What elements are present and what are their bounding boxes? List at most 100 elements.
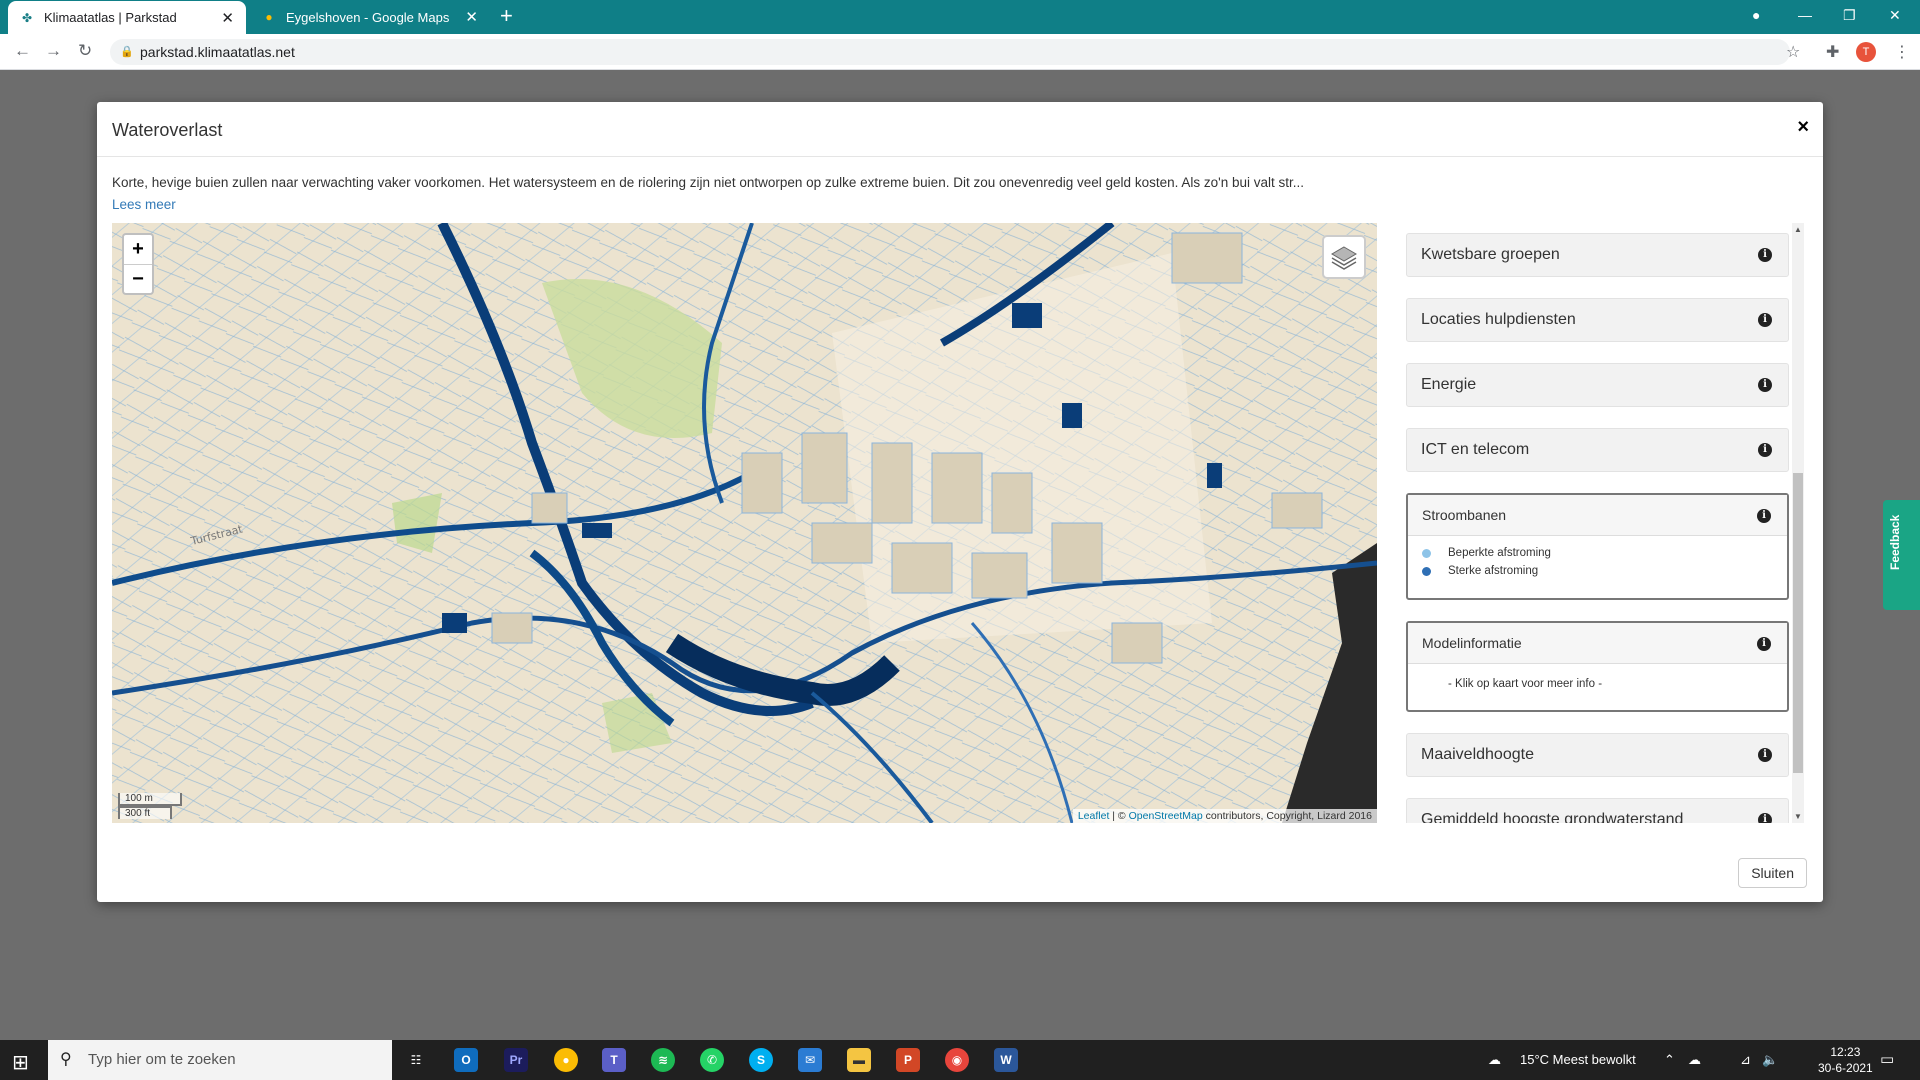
info-icon[interactable]: i — [1758, 313, 1772, 327]
file-explorer-icon[interactable]: ▬ — [847, 1048, 871, 1072]
taskbar-clock[interactable]: 12:23 30-6-2021 — [1818, 1044, 1873, 1076]
tray-chevron-icon[interactable]: ⌃ — [1664, 1040, 1675, 1080]
layer-name: Locaties hulpdiensten — [1421, 311, 1576, 328]
task-view-icon[interactable]: ☷ — [404, 1048, 428, 1072]
tab-google-maps[interactable]: ● Eygelshoven - Google Maps ✕ — [250, 0, 490, 34]
scroll-up-icon[interactable]: ▲ — [1794, 225, 1802, 234]
mail-icon[interactable]: ✉ — [798, 1048, 822, 1072]
leaflet-link[interactable]: Leaflet — [1078, 810, 1110, 822]
read-more-link[interactable]: Lees meer — [112, 197, 176, 212]
layer-kwetsbare-groepen[interactable]: Kwetsbare groepen i — [1406, 233, 1789, 277]
info-icon[interactable]: i — [1758, 748, 1772, 762]
google-maps-favicon-icon: ● — [265, 10, 273, 24]
scroll-down-icon[interactable]: ▼ — [1794, 812, 1802, 821]
bookmark-star-icon[interactable]: ☆ — [1786, 42, 1800, 62]
skype-icon[interactable]: S — [749, 1048, 773, 1072]
layer-list-scrollbar[interactable]: ▲ ▼ — [1792, 223, 1804, 823]
zoom-in-button[interactable]: + — [124, 235, 152, 264]
layer-name: Maaiveldhoogte — [1421, 746, 1534, 763]
url-input[interactable]: 🔒 parkstad.klimaatatlas.net — [110, 39, 1790, 65]
legend-dot-light — [1422, 549, 1431, 558]
flood-map[interactable]: Turfstraat + − 100 m 300 ft Leaflet | © … — [112, 223, 1377, 823]
menu-kebab-icon[interactable]: ⋮ — [1894, 42, 1910, 62]
info-icon[interactable]: i — [1758, 813, 1772, 823]
close-tab-icon[interactable]: ✕ — [221, 9, 234, 27]
spotify-icon[interactable]: ≋ — [651, 1048, 675, 1072]
layer-name: Energie — [1421, 376, 1477, 393]
onedrive-icon[interactable]: ☁ — [1688, 1040, 1701, 1080]
new-tab-button[interactable]: + — [500, 4, 513, 28]
taskbar-search-input[interactable]: ⚲ Typ hier om te zoeken — [48, 1040, 392, 1080]
whatsapp-icon[interactable]: ✆ — [700, 1048, 724, 1072]
profile-circle-icon[interactable]: ● — [1752, 0, 1760, 34]
info-icon[interactable]: i — [1757, 509, 1771, 523]
restore-button[interactable]: ❐ — [1843, 0, 1856, 34]
map-scale: 100 m 300 ft — [118, 793, 182, 819]
avatar[interactable]: T — [1856, 42, 1876, 62]
notifications-icon[interactable]: ▭ — [1880, 1040, 1894, 1080]
layer-maaiveldhoogte[interactable]: Maaiveldhoogte i — [1406, 733, 1789, 777]
info-icon[interactable]: i — [1758, 248, 1772, 262]
klimaatatlas-favicon-icon: ✤ — [21, 10, 33, 25]
modal-header: Wateroverlast × — [97, 102, 1823, 157]
layer-grondwaterstand[interactable]: Gemiddeld hoogste grondwaterstand i — [1406, 798, 1789, 823]
info-icon[interactable]: i — [1758, 378, 1772, 392]
layers-button[interactable] — [1322, 235, 1366, 279]
forward-icon[interactable]: → — [45, 41, 62, 61]
chrome-icon[interactable]: ◉ — [945, 1048, 969, 1072]
close-tab-icon[interactable]: ✕ — [465, 8, 478, 26]
network-icon[interactable]: ⊿ — [1740, 1040, 1751, 1080]
layer-energie[interactable]: Energie i — [1406, 363, 1789, 407]
layer-ict-en-telecom[interactable]: ICT en telecom i — [1406, 428, 1789, 472]
tab-title: Klimaatatlas | Parkstad — [44, 10, 177, 25]
legend-item: Beperkte afstroming — [1408, 544, 1787, 562]
layers-icon — [1331, 246, 1357, 270]
wateroverlast-modal: Wateroverlast × Korte, hevige buien zull… — [97, 102, 1823, 902]
scroll-thumb[interactable] — [1793, 473, 1803, 773]
map-tiles: Turfstraat — [112, 223, 1377, 823]
info-icon[interactable]: i — [1757, 637, 1771, 651]
legend-dot-dark — [1422, 567, 1431, 576]
search-placeholder: Typ hier om te zoeken — [88, 1051, 236, 1068]
feedback-tab[interactable]: Feedback — [1883, 500, 1920, 610]
osm-link[interactable]: OpenStreetMap — [1129, 810, 1203, 822]
lock-icon: 🔒 — [120, 46, 134, 58]
volume-icon[interactable]: 🔈 — [1762, 1040, 1778, 1080]
info-icon[interactable]: i — [1758, 443, 1772, 457]
weather-cloud-icon[interactable]: ☁ — [1488, 1040, 1501, 1080]
powerpoint-icon[interactable]: P — [896, 1048, 920, 1072]
teams-icon[interactable]: T — [602, 1048, 626, 1072]
reload-icon[interactable]: ↻ — [78, 41, 92, 61]
minimize-button[interactable]: — — [1798, 0, 1812, 34]
layer-name: Stroombanen — [1408, 495, 1787, 536]
layer-locaties-hulpdiensten[interactable]: Locaties hulpdiensten i — [1406, 298, 1789, 342]
scale-metric: 100 m — [118, 793, 182, 806]
legend-item: Sterke afstroming — [1408, 562, 1787, 580]
close-button[interactable]: Sluiten — [1738, 858, 1807, 888]
weather-text[interactable]: 15°C Meest bewolkt — [1520, 1040, 1636, 1080]
zoom-control: + − — [122, 233, 154, 295]
layer-modelinformatie[interactable]: Modelinformatie i - Klik op kaart voor m… — [1406, 621, 1789, 712]
clock-date: 30-6-2021 — [1818, 1061, 1873, 1075]
attribution-sep: | © — [1109, 810, 1129, 822]
maps-icon[interactable]: ● — [554, 1048, 578, 1072]
modal-description: Korte, hevige buien zullen naar verwacht… — [112, 175, 1304, 190]
browser-tab-bar: ✤ Klimaatatlas | Parkstad ✕ ● Eygelshove… — [0, 0, 1920, 34]
feedback-label: Feedback — [1888, 514, 1902, 570]
back-icon[interactable]: ← — [14, 41, 31, 61]
extensions-puzzle-icon[interactable]: ✚ — [1826, 42, 1839, 62]
zoom-out-button[interactable]: − — [124, 264, 152, 293]
windows-start-icon[interactable]: ⊞ — [12, 1050, 29, 1075]
outlook-icon[interactable]: O — [454, 1048, 478, 1072]
url-text: parkstad.klimaatatlas.net — [140, 44, 295, 60]
tab-klimaatatlas[interactable]: ✤ Klimaatatlas | Parkstad ✕ — [8, 1, 246, 34]
close-window-button[interactable]: ✕ — [1889, 0, 1901, 34]
close-icon[interactable]: × — [1797, 116, 1809, 139]
layer-stroombanen[interactable]: Stroombanen i Beperkte afstroming Sterke… — [1406, 493, 1789, 600]
word-icon[interactable]: W — [994, 1048, 1018, 1072]
legend-label: Beperkte afstroming — [1448, 547, 1551, 559]
premiere-icon[interactable]: Pr — [504, 1048, 528, 1072]
layer-name: Modelinformatie — [1408, 623, 1787, 664]
clock-time: 12:23 — [1830, 1045, 1861, 1059]
layer-name: Gemiddeld hoogste grondwaterstand — [1421, 811, 1684, 823]
